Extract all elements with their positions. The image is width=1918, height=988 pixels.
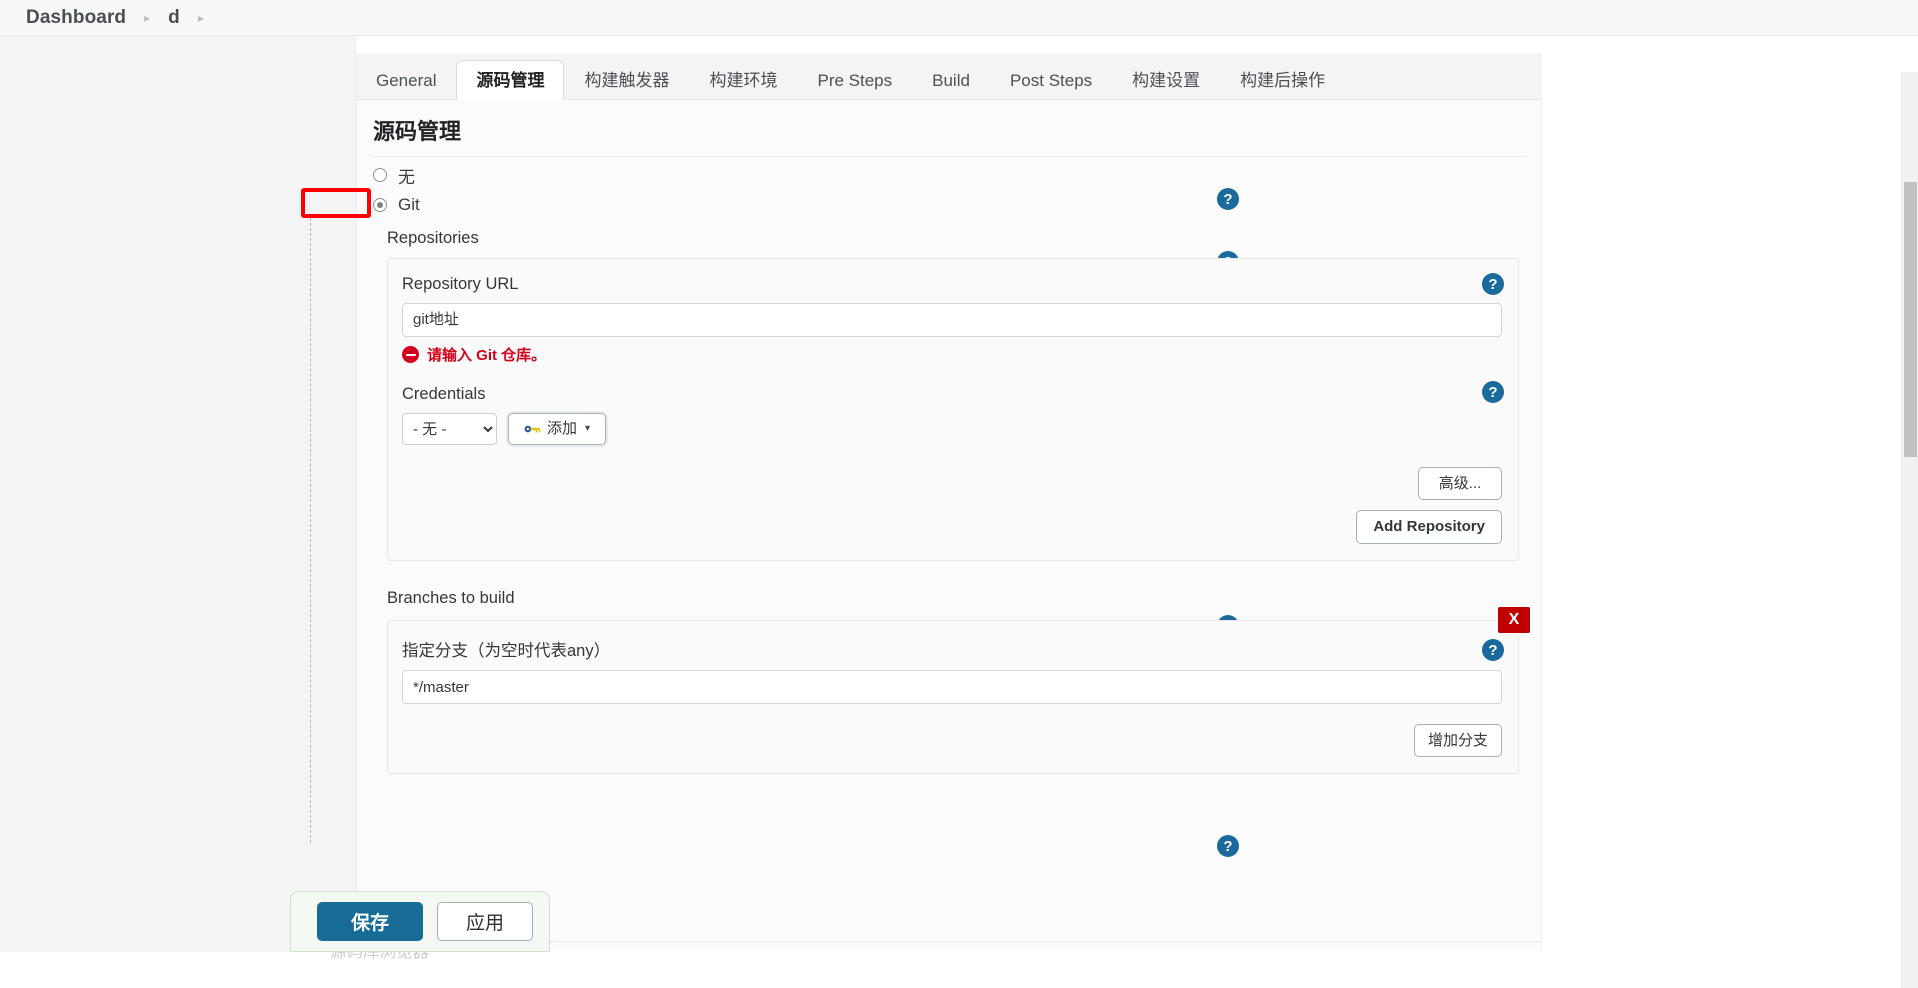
- breadcrumb-bar: Dashboard ▸ d ▸: [0, 0, 1918, 36]
- repository-panel: Repository URL ? 请输入 Git 仓库。 Credentials…: [387, 258, 1519, 561]
- advanced-button[interactable]: 高级...: [1418, 467, 1502, 500]
- delete-branch-button[interactable]: X: [1498, 607, 1530, 633]
- repository-url-error-text: 请输入 Git 仓库。: [427, 347, 547, 364]
- branch-specifier-label: 指定分支（为空时代表any）: [402, 642, 611, 660]
- git-indent-guide: [310, 218, 311, 843]
- help-icon-branch-specifier[interactable]: ?: [1482, 639, 1504, 661]
- left-gutter: [0, 36, 356, 952]
- save-button[interactable]: 保存: [317, 902, 423, 941]
- help-icon-credentials[interactable]: ?: [1482, 381, 1504, 403]
- scm-option-none[interactable]: 无: [357, 157, 1541, 187]
- repository-action-buttons: 高级... Add Repository: [402, 467, 1502, 544]
- chevron-down-icon: ▾: [585, 423, 591, 434]
- add-credentials-label: 添加: [547, 420, 578, 437]
- credentials-row: - 无 - 添加 ▾: [402, 413, 1502, 445]
- scm-option-none-label: 无: [398, 167, 415, 187]
- scrollbar-thumb[interactable]: [1904, 182, 1917, 457]
- key-icon: [524, 425, 541, 433]
- tab-post-build-actions[interactable]: 构建后操作: [1220, 61, 1345, 99]
- apply-button[interactable]: 应用: [437, 902, 533, 941]
- breadcrumb-chevron-icon: ▸: [144, 10, 151, 25]
- help-icon-repository-url[interactable]: ?: [1482, 273, 1504, 295]
- credentials-select[interactable]: - 无 -: [402, 413, 497, 445]
- branches-to-build-label: Branches to build: [387, 589, 515, 607]
- add-repository-button[interactable]: Add Repository: [1356, 510, 1502, 544]
- error-circle-minus-icon: [402, 346, 419, 363]
- repository-url-error: 请输入 Git 仓库。: [402, 344, 1502, 365]
- branch-specifier-input[interactable]: [402, 670, 1502, 704]
- scm-option-git-label: Git: [398, 195, 420, 214]
- breadcrumb-item-dashboard[interactable]: Dashboard: [26, 7, 126, 29]
- help-icon-git[interactable]: ?: [1217, 188, 1239, 210]
- tab-build-triggers[interactable]: 构建触发器: [564, 61, 689, 99]
- repositories-label: Repositories: [387, 229, 479, 247]
- page-canvas: General 源码管理 构建触发器 构建环境 Pre Steps Build …: [0, 36, 1918, 988]
- tab-build-environment[interactable]: 构建环境: [689, 61, 797, 99]
- scm-option-git[interactable]: Git ?: [357, 185, 1541, 217]
- repository-url-input[interactable]: [402, 303, 1502, 337]
- credentials-label: Credentials: [402, 385, 486, 403]
- bottom-divider: [550, 941, 1540, 942]
- scm-section: 源码管理 无 Git ? Repositories ? Repository U…: [356, 100, 1542, 950]
- add-branch-button[interactable]: 增加分支: [1414, 724, 1502, 757]
- branch-panel: X 指定分支（为空时代表any） ? 增加分支: [387, 607, 1530, 774]
- radio-none-icon[interactable]: [373, 168, 387, 182]
- branch-action-buttons: 增加分支: [402, 724, 1502, 757]
- tab-build[interactable]: Build: [912, 61, 990, 99]
- tab-scm[interactable]: 源码管理: [456, 60, 565, 100]
- tab-pre-steps[interactable]: Pre Steps: [797, 61, 912, 99]
- breadcrumb-chevron-icon-2: ▸: [197, 10, 204, 25]
- add-credentials-button[interactable]: 添加 ▾: [508, 413, 607, 445]
- repository-url-label: Repository URL: [402, 275, 519, 293]
- tab-general[interactable]: General: [356, 61, 456, 99]
- vertical-scrollbar[interactable]: [1901, 72, 1918, 988]
- tab-post-steps[interactable]: Post Steps: [990, 61, 1112, 99]
- config-tab-bar: General 源码管理 构建触发器 构建环境 Pre Steps Build …: [356, 54, 1542, 100]
- breadcrumb-item-job[interactable]: d: [168, 7, 180, 29]
- source-browser-label-spacer: [387, 796, 1541, 827]
- job-config-panel: General 源码管理 构建触发器 构建环境 Pre Steps Build …: [356, 54, 1542, 950]
- tab-build-settings[interactable]: 构建设置: [1112, 61, 1220, 99]
- page-title: 源码管理: [373, 119, 462, 144]
- help-icon-source-browser[interactable]: ?: [1217, 835, 1239, 857]
- git-settings-block: Repositories ? Repository URL ? 请输入 Git …: [357, 217, 1541, 857]
- radio-git-icon[interactable]: [373, 198, 387, 212]
- sticky-save-bar: 保存 应用: [290, 891, 550, 952]
